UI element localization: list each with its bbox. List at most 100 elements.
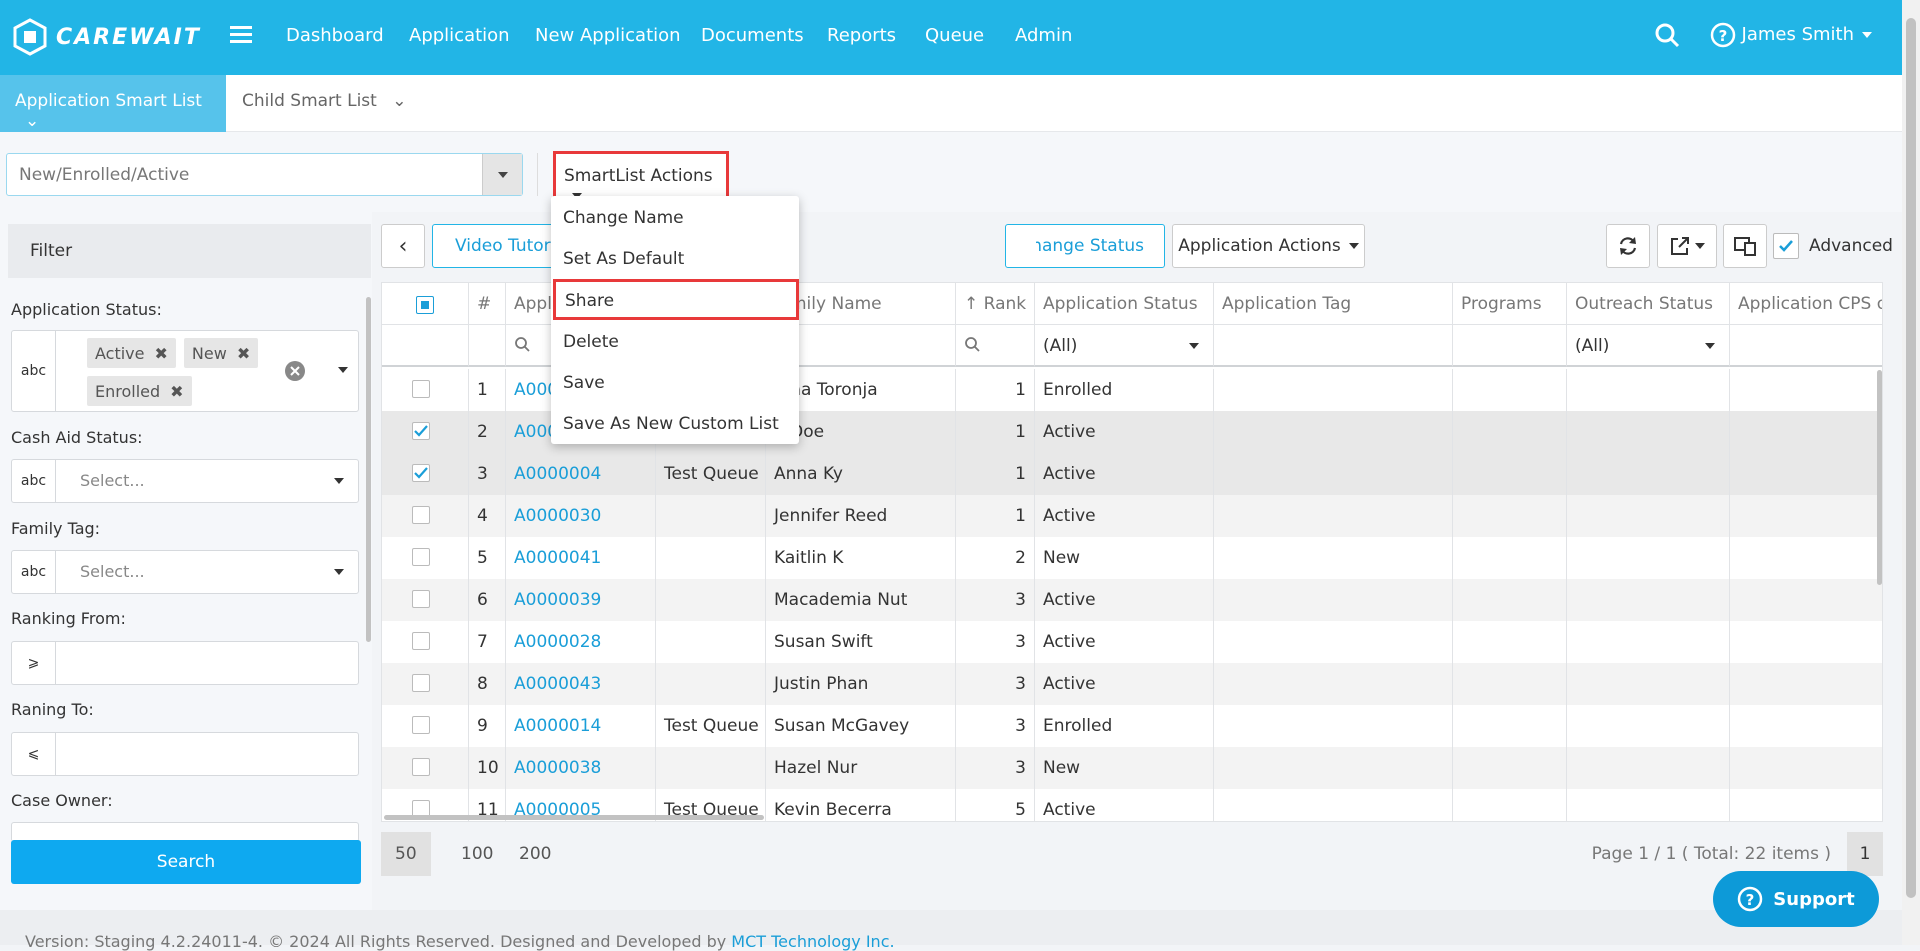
smartlist-actions-button[interactable]: SmartList Actions xyxy=(553,151,729,201)
page-size-100[interactable]: 100 xyxy=(447,832,507,876)
table-row[interactable]: 4 A0000030 Jennifer Reed 1 Active xyxy=(382,495,1882,537)
row-checkbox[interactable] xyxy=(412,506,430,524)
col-header-number[interactable]: # xyxy=(469,283,506,325)
table-row[interactable]: 5 A0000041 Kaitlin K 2 New xyxy=(382,537,1882,579)
table-row[interactable]: 9 A0000014 Test Queue Susan McGavey 3 Enrolle… xyxy=(382,705,1882,747)
filter-cell[interactable] xyxy=(1214,325,1453,367)
row-checkbox[interactable] xyxy=(412,716,430,734)
row-checkbox[interactable] xyxy=(412,464,430,482)
rank-filter-input[interactable] xyxy=(956,325,1035,367)
footer-company-link[interactable]: MCT Technology Inc. xyxy=(731,932,894,951)
nav-new-application[interactable]: New Application xyxy=(535,25,681,46)
advanced-checkbox[interactable] xyxy=(1773,233,1799,259)
table-row[interactable]: 7 A0000028 Susan Swift 3 Active xyxy=(382,621,1882,663)
cell-id[interactable]: A0000041 xyxy=(506,537,656,579)
select-all-checkbox[interactable] xyxy=(416,296,434,314)
cell-id[interactable]: A0000004 xyxy=(506,453,656,495)
remove-chip-icon[interactable]: ✖ xyxy=(155,344,168,363)
carewait-logo[interactable]: CAREWAIT xyxy=(12,18,201,56)
horizontal-scrollbar[interactable] xyxy=(384,815,764,820)
col-header-programs[interactable]: Programs xyxy=(1453,283,1567,325)
search-button[interactable]: Search xyxy=(11,840,361,884)
remove-chip-icon[interactable]: ✖ xyxy=(237,344,250,363)
column-chooser-button[interactable] xyxy=(1723,224,1767,268)
row-select-cell[interactable] xyxy=(382,621,469,663)
application-status-filter[interactable]: (All) xyxy=(1035,325,1214,367)
search-icon[interactable] xyxy=(1653,21,1681,49)
nav-documents[interactable]: Documents xyxy=(701,25,804,46)
col-header-outreach-status[interactable]: Outreach Status xyxy=(1567,283,1730,325)
nav-queue[interactable]: Queue xyxy=(925,25,984,46)
cell-id[interactable]: A0000039 xyxy=(506,579,656,621)
menu-item-set-as-default[interactable]: Set As Default xyxy=(551,238,799,279)
grid-vertical-scrollbar[interactable] xyxy=(1877,370,1882,585)
row-checkbox[interactable] xyxy=(412,380,430,398)
user-menu[interactable]: James Smith xyxy=(1742,24,1872,45)
row-select-cell[interactable] xyxy=(382,369,469,411)
clear-icon[interactable] xyxy=(284,360,306,382)
page-scrollbar-thumb[interactable] xyxy=(1906,18,1916,898)
nav-admin[interactable]: Admin xyxy=(1015,25,1072,46)
caret-down-icon[interactable] xyxy=(338,367,348,373)
row-select-cell[interactable] xyxy=(382,705,469,747)
menu-item-save-as-new-custom-list[interactable]: Save As New Custom List xyxy=(551,403,799,444)
menu-item-delete[interactable]: Delete xyxy=(551,321,799,362)
table-row[interactable]: 6 A0000039 Macademia Nut 3 Active xyxy=(382,579,1882,621)
row-checkbox[interactable] xyxy=(412,548,430,566)
chip-new[interactable]: New ✖ xyxy=(183,338,259,368)
table-row[interactable]: 8 A0000043 Justin Phan 3 Active xyxy=(382,663,1882,705)
filter-cell[interactable] xyxy=(1453,325,1567,367)
support-button[interactable]: ? Support xyxy=(1713,871,1879,927)
cell-id[interactable]: A0000043 xyxy=(506,663,656,705)
row-checkbox[interactable] xyxy=(412,590,430,608)
tab-child-smart-list[interactable]: Child Smart List ⌄ xyxy=(242,91,407,111)
export-button[interactable] xyxy=(1657,224,1717,268)
row-checkbox[interactable] xyxy=(412,758,430,776)
menu-item-share[interactable]: Share xyxy=(553,279,799,320)
cell-id[interactable]: A0000014 xyxy=(506,705,656,747)
hamburger-menu-icon[interactable] xyxy=(230,25,252,43)
ranking-to-input[interactable]: ⩽ xyxy=(11,732,359,776)
col-header-application-tag[interactable]: Application Tag xyxy=(1214,283,1453,325)
menu-item-change-name[interactable]: Change Name xyxy=(551,197,799,238)
nav-reports[interactable]: Reports xyxy=(827,25,896,46)
cell-id[interactable]: A0000030 xyxy=(506,495,656,537)
cell-id[interactable]: A0000028 xyxy=(506,621,656,663)
filter-scrollbar[interactable] xyxy=(366,297,371,642)
dropdown-toggle[interactable] xyxy=(482,154,522,195)
filter-cell[interactable] xyxy=(1730,325,1882,367)
application-status-multiselect[interactable]: abc Active ✖ New ✖ Enrolled ✖ xyxy=(11,330,359,412)
menu-item-save[interactable]: Save xyxy=(551,362,799,403)
help-icon[interactable]: ? xyxy=(1709,21,1737,49)
row-checkbox[interactable] xyxy=(412,674,430,692)
smart-list-select[interactable]: New/Enrolled/Active xyxy=(6,153,523,196)
row-checkbox[interactable] xyxy=(412,422,430,440)
page-number-1[interactable]: 1 xyxy=(1847,832,1883,876)
chip-active[interactable]: Active ✖ xyxy=(87,338,176,368)
table-row[interactable]: 10 A0000038 Hazel Nur 3 New xyxy=(382,747,1882,789)
nav-application[interactable]: Application xyxy=(409,25,510,46)
row-select-cell[interactable] xyxy=(382,495,469,537)
refresh-button[interactable] xyxy=(1606,224,1650,268)
remove-chip-icon[interactable]: ✖ xyxy=(170,382,183,401)
cash-aid-status-select[interactable]: abc Select... xyxy=(11,459,359,503)
page-size-200[interactable]: 200 xyxy=(505,832,565,876)
case-owner-select[interactable] xyxy=(11,822,359,842)
outreach-status-filter[interactable]: (All) xyxy=(1567,325,1730,367)
advanced-toggle[interactable]: Advanced xyxy=(1773,233,1893,259)
collapse-filter-button[interactable]: ‹ xyxy=(381,224,425,268)
ranking-from-input[interactable]: ⩾ xyxy=(11,641,359,685)
col-header-application-status[interactable]: Application Status xyxy=(1035,283,1214,325)
cell-id[interactable]: A0000038 xyxy=(506,747,656,789)
page-size-50[interactable]: 50 xyxy=(381,832,431,876)
row-select-cell[interactable] xyxy=(382,663,469,705)
table-row[interactable]: 3 A0000004 Test Queue Anna Ky 1 Active xyxy=(382,453,1882,495)
row-select-cell[interactable] xyxy=(382,453,469,495)
row-select-cell[interactable] xyxy=(382,537,469,579)
change-status-button[interactable]: Change Status xyxy=(1005,224,1165,268)
row-select-cell[interactable] xyxy=(382,411,469,453)
application-actions-button[interactable]: Application Actions xyxy=(1172,224,1365,268)
select-all-header[interactable] xyxy=(382,283,469,325)
row-checkbox[interactable] xyxy=(412,632,430,650)
family-tag-select[interactable]: abc Select... xyxy=(11,550,359,594)
